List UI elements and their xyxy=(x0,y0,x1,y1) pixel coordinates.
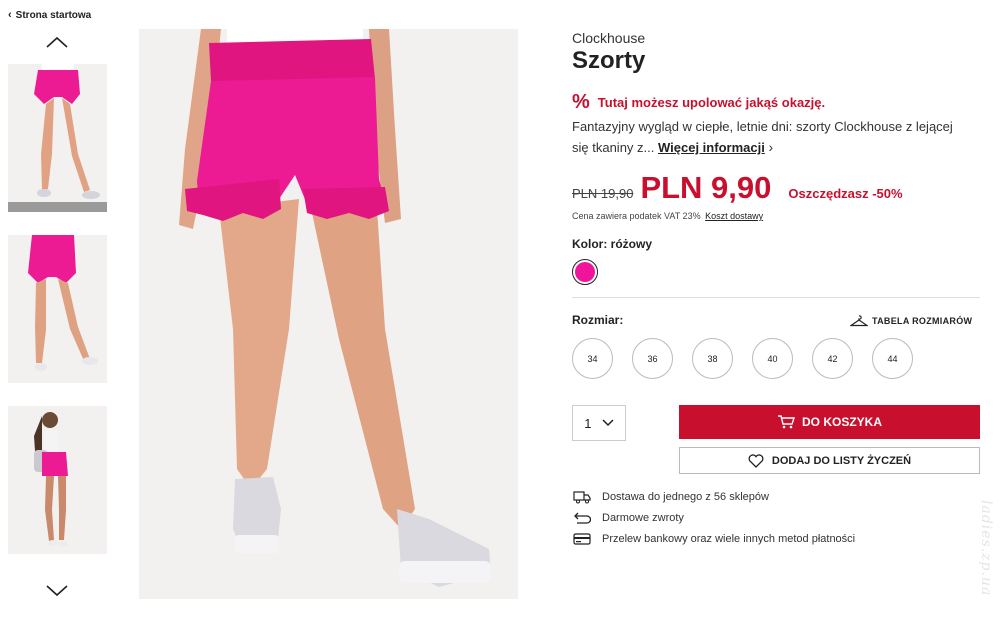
divider xyxy=(572,297,980,298)
feature-delivery: Dostawa do jednego z 56 sklepów xyxy=(572,490,769,504)
gallery-up-button[interactable] xyxy=(45,35,69,49)
old-price: PLN 19,90 xyxy=(572,186,634,201)
product-photo xyxy=(179,29,491,587)
thumbnail-image-back xyxy=(28,235,98,371)
size-options: 34 36 38 40 42 44 xyxy=(572,338,913,379)
size-button-44[interactable]: 44 xyxy=(872,338,913,379)
size-chart-label: TABELA ROZMIARÓW xyxy=(872,316,973,326)
back-to-home-link[interactable]: ‹ Strona startowa xyxy=(8,9,91,21)
back-link-label: Strona startowa xyxy=(15,9,92,21)
price-row: PLN 19,90 PLN 9,90 Oszczędzasz -50% xyxy=(572,170,903,206)
main-product-image[interactable] xyxy=(139,29,518,599)
more-info-link[interactable]: Więcej informacji xyxy=(658,140,765,155)
size-button-42[interactable]: 42 xyxy=(812,338,853,379)
thumbnail-image-front xyxy=(34,64,100,199)
savings-badge: Oszczędzasz -50% xyxy=(788,186,903,201)
color-swatch-pink[interactable] xyxy=(572,259,598,285)
swatch-fill xyxy=(575,262,595,282)
watermark: ladies.zp.ua xyxy=(978,500,994,597)
add-to-wishlist-label: DODAJ DO LISTY ŻYCZEŃ xyxy=(771,454,912,467)
chevron-up-icon xyxy=(46,36,68,48)
size-chart-link[interactable]: TABELA ROZMIARÓW xyxy=(850,315,972,327)
chevron-down-icon xyxy=(602,419,614,427)
add-to-wishlist-button[interactable]: DODAJ DO LISTY ŻYCZEŃ xyxy=(679,447,980,474)
heart-icon xyxy=(748,453,764,468)
deal-banner: % Tutaj możesz upolować jakąś okazję. xyxy=(572,92,825,112)
deal-text: Tutaj możesz upolować jakąś okazję. xyxy=(597,94,826,110)
return-arrow-icon xyxy=(572,511,592,525)
thumbnail-1[interactable] xyxy=(8,64,107,212)
credit-card-icon xyxy=(572,532,592,546)
feature-payment-text: Przelew bankowy oraz wiele innych metod … xyxy=(602,533,856,545)
feature-payment: Przelew bankowy oraz wiele innych metod … xyxy=(572,532,855,546)
chevron-right-icon: › xyxy=(768,139,774,155)
add-to-cart-button[interactable]: DO KOSZYKA xyxy=(679,405,980,439)
size-label: Rozmiar: xyxy=(572,313,624,327)
chevron-down-icon xyxy=(46,585,68,597)
quantity-value: 1 xyxy=(584,415,592,431)
hanger-icon xyxy=(850,315,868,327)
feature-returns-text: Darmowe zwroty xyxy=(602,512,684,524)
add-to-cart-label: DO KOSZYKA xyxy=(801,415,882,429)
gallery-down-button[interactable] xyxy=(45,584,69,598)
percent-icon: % xyxy=(572,91,590,113)
size-button-34[interactable]: 34 xyxy=(572,338,613,379)
thumbnail-image-full xyxy=(34,412,68,547)
size-button-38[interactable]: 38 xyxy=(692,338,733,379)
product-description: Fantazyjny wygląd w ciepłe, letnie dni: … xyxy=(572,117,962,158)
cart-icon xyxy=(777,415,795,429)
current-price: PLN 9,90 xyxy=(640,170,772,205)
size-button-36[interactable]: 36 xyxy=(632,338,673,379)
quantity-select[interactable]: 1 xyxy=(572,405,626,441)
shipping-cost-link[interactable]: Koszt dostawy xyxy=(705,211,763,221)
chevron-left-icon: ‹ xyxy=(8,9,12,21)
feature-returns: Darmowe zwroty xyxy=(572,511,684,525)
feature-delivery-text: Dostawa do jednego z 56 sklepów xyxy=(602,491,769,503)
thumbnail-2[interactable] xyxy=(8,235,107,383)
size-button-40[interactable]: 40 xyxy=(752,338,793,379)
color-label: Kolor: różowy xyxy=(572,237,652,251)
brand-name: Clockhouse xyxy=(572,30,646,46)
tax-note: Cena zawiera podatek VAT 23% Koszt dosta… xyxy=(572,211,763,221)
truck-icon xyxy=(572,490,592,504)
thumbnail-3[interactable] xyxy=(8,406,107,554)
tax-note-text: Cena zawiera podatek VAT 23% xyxy=(572,211,701,221)
product-title: Szorty xyxy=(572,47,646,74)
